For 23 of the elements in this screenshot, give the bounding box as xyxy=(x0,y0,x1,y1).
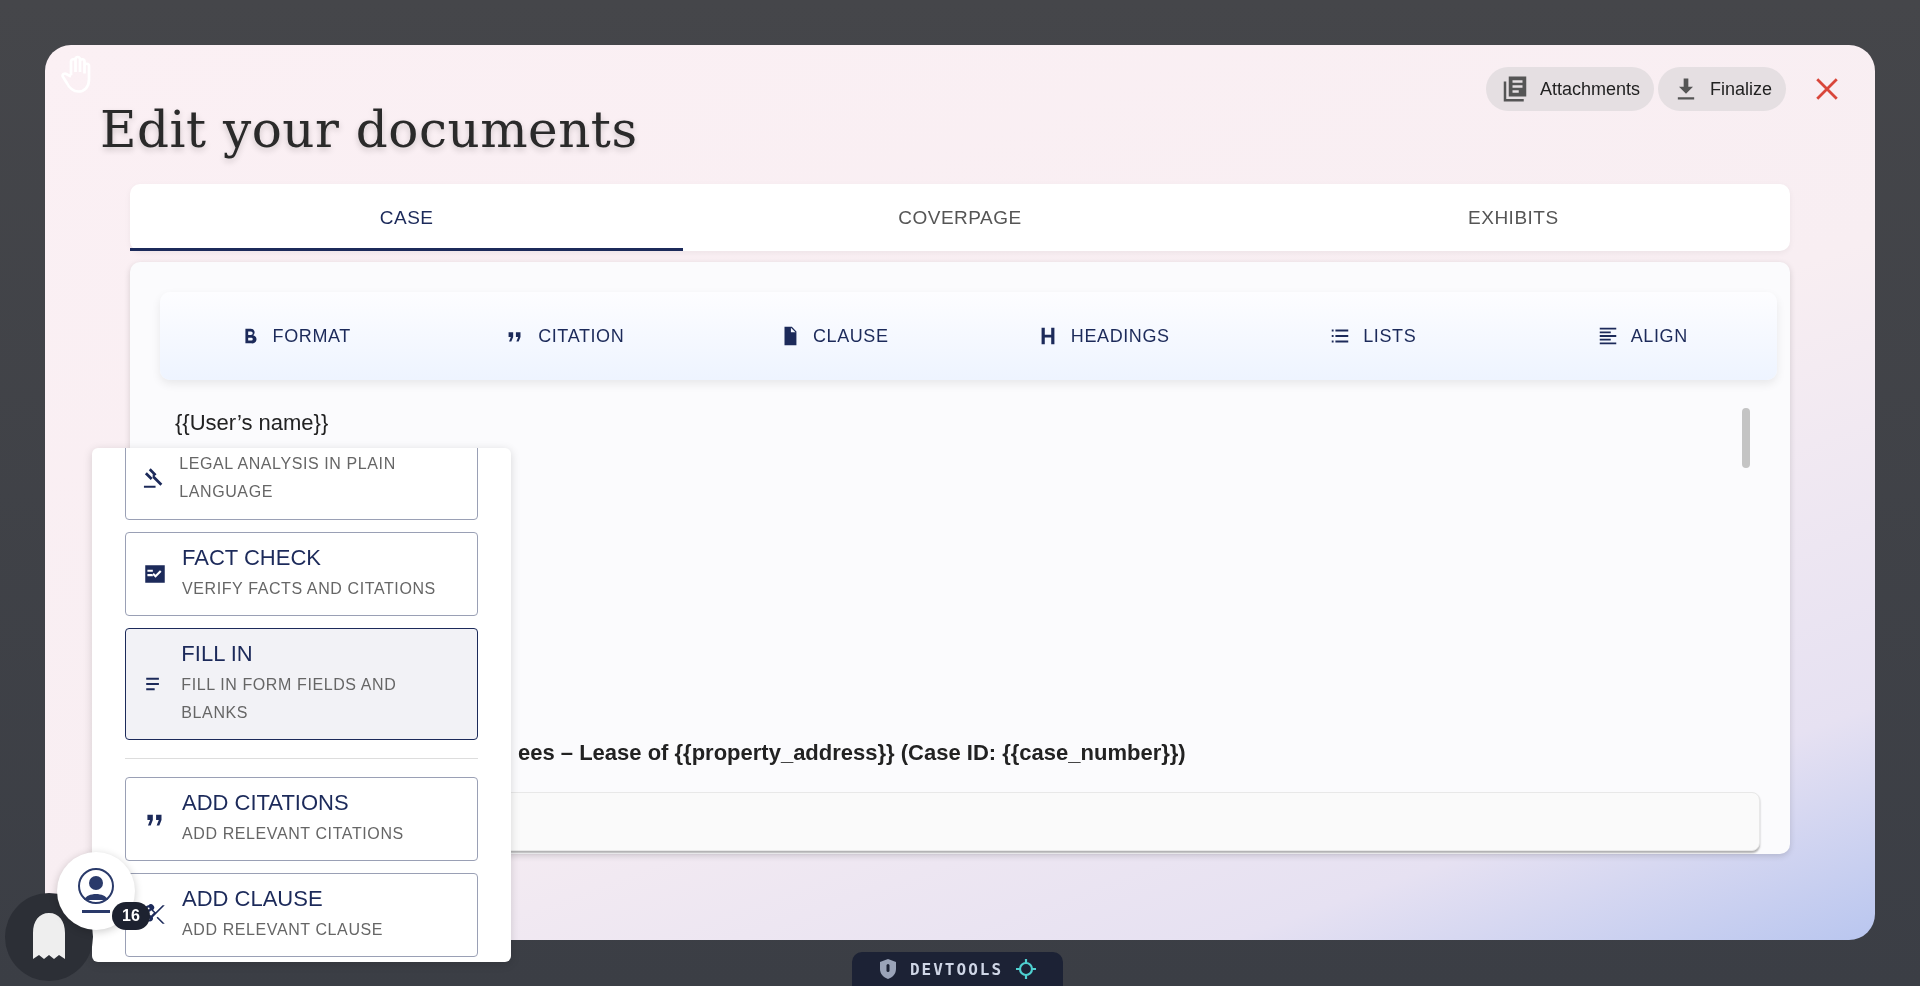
toolbar-button[interactable]: CLAUSE xyxy=(699,292,969,380)
tab[interactable]: COVERPAGE xyxy=(683,184,1237,251)
toolbar-button[interactable]: FORMAT xyxy=(160,292,430,380)
finalize-button[interactable]: Finalize xyxy=(1657,67,1786,111)
page-title: Edit your documents xyxy=(100,101,638,159)
document-line: ees – Lease of {{property_address}} (Case ID: {{case_number}}) xyxy=(518,740,1187,766)
tab[interactable]: CASE xyxy=(130,184,684,251)
scrollbar[interactable] xyxy=(1742,408,1750,468)
attachments-button[interactable]: Attachments xyxy=(1485,67,1654,111)
toolbar-button[interactable]: ALIGN xyxy=(1507,292,1777,380)
devtools-button[interactable]: DEVTOOLS xyxy=(852,952,1063,986)
crosshair-icon xyxy=(1015,958,1038,980)
menu-item[interactable]: FACT CHECK VERIFY FACTS AND CITATIONS xyxy=(125,532,478,616)
menu-item[interactable]: ADD CITATIONS ADD RELEVANT CITATIONS xyxy=(125,777,478,861)
toolbar-button[interactable]: HEADINGS xyxy=(968,292,1238,380)
close-button[interactable] xyxy=(1814,76,1840,102)
menu-item[interactable]: LEGAL ANALYSIS IN PLAIN LANGUAGE xyxy=(125,448,478,520)
shield-icon xyxy=(877,958,898,980)
toolbar-button[interactable]: LISTS xyxy=(1238,292,1508,380)
menu-item[interactable]: FILL IN FILL IN FORM FIELDS AND BLANKS xyxy=(125,628,478,740)
tab[interactable]: EXHIBITS xyxy=(1236,184,1790,251)
document-line: {{User’s name}} xyxy=(175,410,330,436)
toolbar-button[interactable]: CITATION xyxy=(429,292,699,380)
